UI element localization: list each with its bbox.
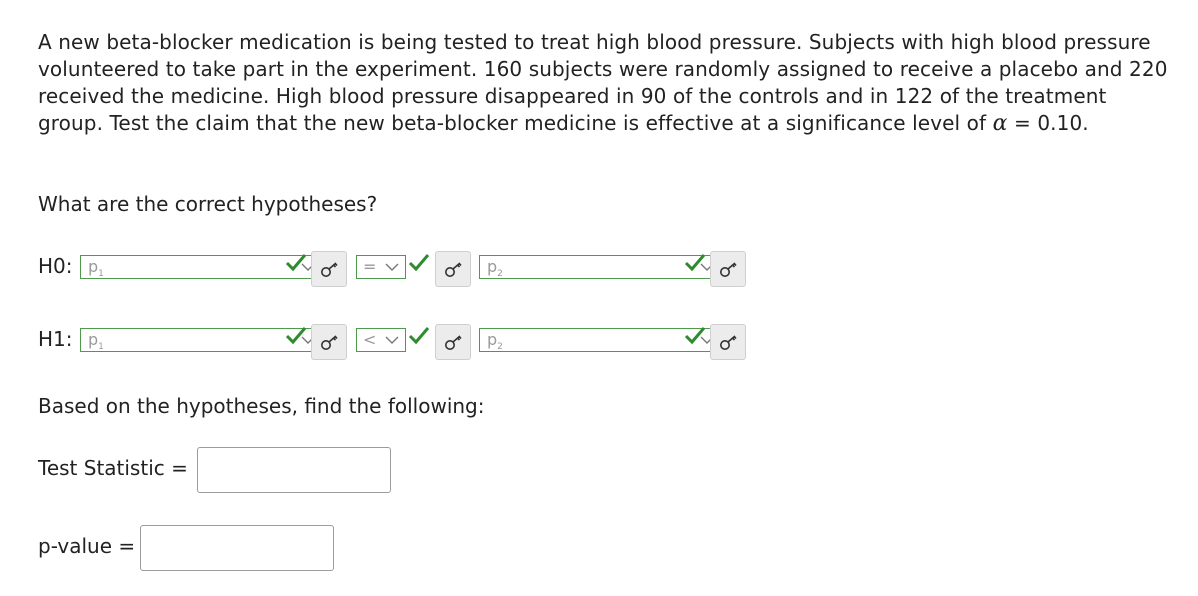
alt-left-key-button[interactable] bbox=[311, 324, 347, 360]
null-operator-value: = bbox=[363, 257, 377, 276]
alpha-symbol: α bbox=[992, 111, 1008, 136]
key-icon bbox=[321, 335, 338, 350]
null-left-parameter-value: p1 bbox=[88, 257, 104, 280]
alt-operator-value: < bbox=[363, 330, 377, 349]
p-value-label: p-value = bbox=[38, 534, 136, 558]
alt-right-parameter-value: p2 bbox=[487, 330, 503, 353]
key-icon bbox=[720, 335, 737, 350]
chevron-down-icon bbox=[385, 263, 399, 271]
key-icon bbox=[321, 262, 338, 277]
checkmark-icon bbox=[408, 327, 430, 345]
alternative-hypothesis-label: H1: bbox=[38, 327, 73, 351]
alt-left-parameter-value: p1 bbox=[88, 330, 104, 353]
null-hypothesis-row: H0: p1 = p2 bbox=[38, 250, 1158, 288]
subheading: Based on the hypotheses, find the follow… bbox=[38, 394, 485, 418]
null-left-key-button[interactable] bbox=[311, 251, 347, 287]
checkmark-icon bbox=[408, 254, 430, 272]
alt-operator-select[interactable]: < bbox=[356, 328, 406, 352]
test-statistic-input[interactable] bbox=[197, 447, 391, 493]
problem-statement: A new beta-blocker medication is being t… bbox=[38, 29, 1168, 137]
null-operator-select[interactable]: = bbox=[356, 255, 406, 279]
alpha-value: = 0.10. bbox=[1007, 111, 1089, 135]
test-statistic-label: Test Statistic = bbox=[38, 456, 188, 480]
alternative-hypothesis-row: H1: p1 < p2 bbox=[38, 323, 1158, 361]
chevron-down-icon bbox=[385, 336, 399, 344]
null-right-parameter-value: p2 bbox=[487, 257, 503, 280]
key-icon bbox=[445, 262, 462, 277]
key-icon bbox=[720, 262, 737, 277]
null-right-key-button[interactable] bbox=[710, 251, 746, 287]
null-operator-key-button[interactable] bbox=[435, 251, 471, 287]
null-hypothesis-label: H0: bbox=[38, 254, 73, 278]
alt-operator-key-button[interactable] bbox=[435, 324, 471, 360]
checkmark-icon bbox=[684, 327, 706, 345]
checkmark-icon bbox=[684, 254, 706, 272]
p-value-input[interactable] bbox=[140, 525, 334, 571]
alt-right-key-button[interactable] bbox=[710, 324, 746, 360]
hypotheses-question: What are the correct hypotheses? bbox=[38, 192, 378, 216]
checkmark-icon bbox=[285, 327, 307, 345]
key-icon bbox=[445, 335, 462, 350]
checkmark-icon bbox=[285, 254, 307, 272]
